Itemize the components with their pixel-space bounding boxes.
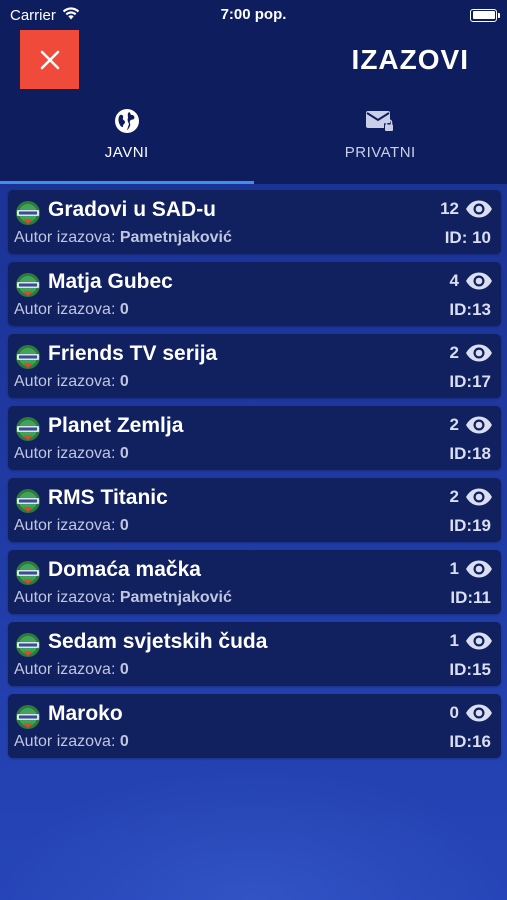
challenge-id: ID:17 <box>449 372 491 391</box>
eye-icon <box>466 272 492 290</box>
challenge-author: Autor izazova: 0 <box>14 517 129 535</box>
challenge-logo-icon <box>16 561 40 585</box>
challenge-logo-icon <box>16 345 40 369</box>
challenge-logo-icon <box>16 273 40 297</box>
author-prefix: Autor izazova: <box>14 517 120 534</box>
challenge-title: Maroko <box>48 702 123 725</box>
challenge-logo-icon <box>16 201 40 225</box>
challenge-item[interactable]: RMS Titanic Autor izazova: 0 2 ID:19 <box>8 478 501 542</box>
eye-icon <box>466 704 492 722</box>
challenge-id: ID:19 <box>449 516 491 535</box>
view-count-value: 2 <box>449 343 459 362</box>
tab-javni-label: JAVNI <box>104 144 149 161</box>
challenge-logo-icon <box>16 705 40 729</box>
tab-privatni[interactable]: PRIVATNI <box>254 100 507 184</box>
view-count: 2 <box>450 415 493 435</box>
view-count: 4 <box>450 271 493 291</box>
view-count: 0 <box>450 703 493 723</box>
tab-javni[interactable]: JAVNI <box>0 100 254 184</box>
eye-icon <box>466 200 492 218</box>
view-count: 2 <box>450 343 493 363</box>
header-area: Carrier 7:00 pop. IZAZOVI JAVNI PRIVATNI <box>0 0 507 184</box>
author-prefix: Autor izazova: <box>14 661 120 678</box>
view-count-value: 2 <box>449 415 459 434</box>
challenge-title: Sedam svjetskih čuda <box>48 630 268 653</box>
close-icon <box>40 50 59 69</box>
close-button[interactable] <box>20 30 79 89</box>
status-time: 7:00 pop. <box>220 6 287 23</box>
challenge-author: Autor izazova: 0 <box>14 445 129 463</box>
author-name: 0 <box>119 373 129 390</box>
mail-lock-icon <box>366 111 395 132</box>
page-title: IZAZOVI <box>351 44 469 75</box>
author-prefix: Autor izazova: <box>14 733 120 750</box>
author-name: 0 <box>119 517 129 534</box>
challenge-title: RMS Titanic <box>48 486 168 509</box>
challenge-logo-icon <box>16 633 40 657</box>
view-count: 1 <box>450 631 493 651</box>
view-count-value: 1 <box>449 559 459 578</box>
challenge-logo-icon <box>16 417 40 441</box>
view-count: 2 <box>450 487 493 507</box>
view-count: 1 <box>450 559 493 579</box>
eye-icon <box>466 632 492 650</box>
globe-icon <box>114 109 139 133</box>
tab-privatni-label: PRIVATNI <box>344 144 416 161</box>
challenge-author: Autor izazova: 0 <box>14 733 129 751</box>
challenge-item[interactable]: Planet Zemlja Autor izazova: 0 2 ID:18 <box>8 406 501 470</box>
author-name: 0 <box>119 661 129 678</box>
battery-icon <box>470 8 500 22</box>
challenge-author: Autor izazova: Pametnjaković <box>14 229 232 247</box>
challenge-id: ID:13 <box>449 300 491 319</box>
challenge-id: ID:11 <box>450 588 491 607</box>
challenge-id: ID:16 <box>449 732 491 751</box>
challenge-item[interactable]: Sedam svjetskih čuda Autor izazova: 0 1 … <box>8 622 501 686</box>
challenge-item[interactable]: Gradovi u SAD-u Autor izazova: Pametnjak… <box>8 190 501 254</box>
view-count-value: 4 <box>449 271 459 290</box>
author-prefix: Autor izazova: <box>14 445 120 462</box>
eye-icon <box>466 416 492 434</box>
view-count: 12 <box>440 199 493 219</box>
author-prefix: Autor izazova: <box>14 301 120 318</box>
challenge-title: Domaća mačka <box>48 558 201 581</box>
challenge-id: ID:18 <box>449 444 491 463</box>
challenge-item[interactable]: Maroko Autor izazova: 0 0 ID:16 <box>8 694 501 758</box>
view-count-value: 0 <box>449 703 459 722</box>
author-prefix: Autor izazova: <box>14 589 120 606</box>
background-glow <box>0 760 507 900</box>
author-prefix: Autor izazova: <box>14 229 120 246</box>
author-name: Pametnjaković <box>119 589 232 606</box>
challenge-title: Gradovi u SAD-u <box>48 198 217 221</box>
challenge-title: Planet Zemlja <box>48 414 184 437</box>
challenge-id: ID: 10 <box>444 228 491 247</box>
challenge-title: Friends TV serija <box>48 342 218 365</box>
challenge-list: Gradovi u SAD-u Autor izazova: Pametnjak… <box>0 184 507 758</box>
challenge-title: Matja Gubec <box>48 270 173 293</box>
eye-icon <box>466 560 492 578</box>
status-bar: Carrier 7:00 pop. <box>0 0 507 30</box>
author-prefix: Autor izazova: <box>14 373 120 390</box>
author-name: Pametnjaković <box>119 229 232 246</box>
challenge-id: ID:15 <box>449 660 491 679</box>
challenge-item[interactable]: Friends TV serija Autor izazova: 0 2 ID:… <box>8 334 501 398</box>
challenge-author: Autor izazova: 0 <box>14 373 129 391</box>
eye-icon <box>466 488 492 506</box>
author-name: 0 <box>119 445 129 462</box>
tab-bar: JAVNI PRIVATNI <box>0 100 507 184</box>
challenge-author: Autor izazova: 0 <box>14 661 129 679</box>
challenge-author: Autor izazova: Pametnjaković <box>14 589 232 607</box>
author-name: 0 <box>119 301 129 318</box>
challenge-author: Autor izazova: 0 <box>14 301 129 319</box>
challenge-logo-icon <box>16 489 40 513</box>
eye-icon <box>466 344 492 362</box>
challenge-item[interactable]: Matja Gubec Autor izazova: 0 4 ID:13 <box>8 262 501 326</box>
author-name: 0 <box>119 733 129 750</box>
challenge-item[interactable]: Domaća mačka Autor izazova: Pametnjakovi… <box>8 550 501 614</box>
view-count-value: 2 <box>449 487 459 506</box>
view-count-value: 1 <box>449 631 459 650</box>
view-count-value: 12 <box>440 199 459 218</box>
